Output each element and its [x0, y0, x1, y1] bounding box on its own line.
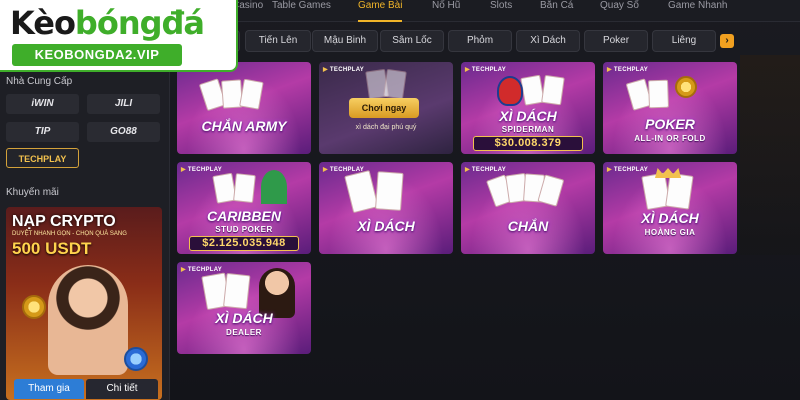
provider-tag: TECHPLAY	[465, 66, 506, 73]
game-card-xi-dach-hoang-gia[interactable]: TECHPLAY XÌ DÁCH HOÀNG GIA	[603, 162, 737, 254]
category-poker[interactable]: Poker	[584, 30, 648, 52]
provider-iwin[interactable]: iWIN	[6, 94, 79, 114]
provider-tag: TECHPLAY	[181, 266, 222, 273]
game-title: XÌ DÁCH	[215, 310, 273, 326]
playing-card-icon	[223, 272, 251, 310]
game-card-xi-dach-dai-phu-quy[interactable]: TECHPLAY Chơi ngay xì dách đại phú quý	[319, 62, 453, 154]
promo-join-button[interactable]: Tham gia	[14, 379, 84, 399]
provider-techplay[interactable]: TECHPLAY	[6, 148, 79, 168]
promo-tagline: DUYỆT NHANH GỌN - CHỌN QUÀ SANG	[12, 231, 127, 237]
nav-tab-ban-ca[interactable]: Bắn Cá	[540, 0, 573, 22]
coin-icon	[22, 295, 46, 319]
game-title: CARIBBEN	[207, 208, 281, 224]
game-title: XÌ DÁCH	[357, 218, 415, 234]
playing-card-icon	[383, 68, 407, 100]
provider-go88[interactable]: GO88	[87, 122, 160, 142]
providers-heading: Nhà Cung Cấp	[6, 76, 73, 87]
category-phom[interactable]: Phỏm	[448, 30, 512, 52]
nav-tab-table-games[interactable]: Table Games	[272, 0, 331, 22]
playing-card-icon	[665, 172, 694, 210]
promo-model-image	[48, 265, 128, 375]
provider-tag: TECHPLAY	[607, 166, 648, 173]
game-subtitle: STUD POKER	[215, 225, 273, 234]
game-subtitle: ALL-IN OR FOLD	[634, 134, 706, 143]
provider-tag: TECHPLAY	[323, 166, 364, 173]
game-card-poker-all-in[interactable]: TECHPLAY POKER ALL-IN OR FOLD	[603, 62, 737, 154]
site-logo[interactable]: Kèobóngđá KEOBONGDA2.VIP	[0, 0, 238, 72]
sidebar: Nhà Cung Cấp iWIN JILI TIP GO88 TECHPLAY…	[0, 72, 170, 400]
spiderman-icon	[497, 76, 523, 106]
promotions-heading: Khuyến mãi	[6, 187, 59, 198]
category-lieng[interactable]: Liêng	[652, 30, 716, 52]
game-title: POKER	[645, 116, 695, 132]
nav-tab-slots[interactable]: Slots	[490, 0, 512, 22]
game-subtitle: DEALER	[226, 328, 262, 337]
provider-tag: TECHPLAY	[465, 166, 506, 173]
provider-tag: TECHPLAY	[181, 166, 222, 173]
playing-card-icon	[233, 173, 256, 204]
palm-tree-icon	[261, 170, 287, 204]
game-card-chan-army[interactable]: TECHPLAY CHẮN ARMY	[177, 62, 311, 154]
game-subtitle: SPIDERMAN	[501, 125, 555, 134]
card-glow	[177, 62, 311, 154]
game-lobby-page: Casino Table Games Game Bài Nổ Hũ Slots …	[0, 0, 800, 400]
game-card-xi-dach-spiderman[interactable]: TECHPLAY XÌ DÁCH SPIDERMAN $30.008.379	[461, 62, 595, 154]
nav-tab-game-bai[interactable]: Game Bài	[358, 0, 403, 22]
playing-card-icon	[648, 79, 669, 109]
jackpot-amount: $30.008.379	[473, 136, 583, 151]
category-xi-dach[interactable]: Xì Dách	[516, 30, 580, 52]
game-card-chan[interactable]: TECHPLAY CHẮN	[461, 162, 595, 254]
game-description: xì dách đại phú quý	[355, 124, 417, 131]
nav-tab-game-nhanh[interactable]: Game Nhanh	[668, 0, 727, 22]
nav-tab-quay-so[interactable]: Quay Số	[600, 0, 639, 22]
promo-detail-button[interactable]: Chi tiết	[86, 379, 158, 399]
game-title: XÌ DÁCH	[499, 108, 557, 124]
nav-tab-no-hu[interactable]: Nổ Hũ	[432, 0, 460, 22]
provider-tag: TECHPLAY	[607, 66, 648, 73]
chip-icon	[675, 76, 697, 98]
play-now-button[interactable]: Chơi ngay	[349, 98, 419, 118]
promo-amount: 500 USDT	[12, 239, 92, 258]
crypto-coin-icon	[124, 347, 148, 371]
game-title: CHẮN ARMY	[201, 118, 287, 134]
jackpot-amount: $2.125.035.948	[189, 236, 299, 251]
promo-headline: NẠP CRYPTO	[12, 213, 116, 230]
playing-card-icon	[541, 74, 565, 106]
brand-wordmark: Kèobóngđá	[10, 4, 205, 42]
category-tien-len[interactable]: Tiến Lên	[245, 30, 311, 52]
background-player-image	[740, 55, 800, 255]
site-domain: KEOBONGDA2.VIP	[12, 44, 182, 66]
game-title: XÌ DÁCH	[641, 210, 699, 226]
game-card-caribben-stud-poker[interactable]: TECHPLAY CARIBBEN STUD POKER $2.125.035.…	[177, 162, 311, 254]
game-title: CHẮN	[507, 218, 549, 234]
chevron-right-icon[interactable]: ›	[720, 34, 734, 48]
promo-banner[interactable]: NẠP CRYPTO DUYỆT NHANH GỌN - CHỌN QUÀ SA…	[6, 207, 162, 400]
provider-jili[interactable]: JILI	[87, 94, 160, 114]
game-card-xi-dach-dealer[interactable]: TECHPLAY XÌ DÁCH DEALER	[177, 262, 311, 354]
game-card-xi-dach[interactable]: TECHPLAY XÌ DÁCH	[319, 162, 453, 254]
game-subtitle: HOÀNG GIA	[644, 228, 696, 237]
category-mau-binh[interactable]: Mậu Binh	[312, 30, 378, 52]
category-sam-loc[interactable]: Sâm Lốc	[380, 30, 444, 52]
provider-tip[interactable]: TIP	[6, 122, 79, 142]
playing-card-icon	[375, 171, 404, 211]
provider-tag: TECHPLAY	[323, 66, 364, 73]
